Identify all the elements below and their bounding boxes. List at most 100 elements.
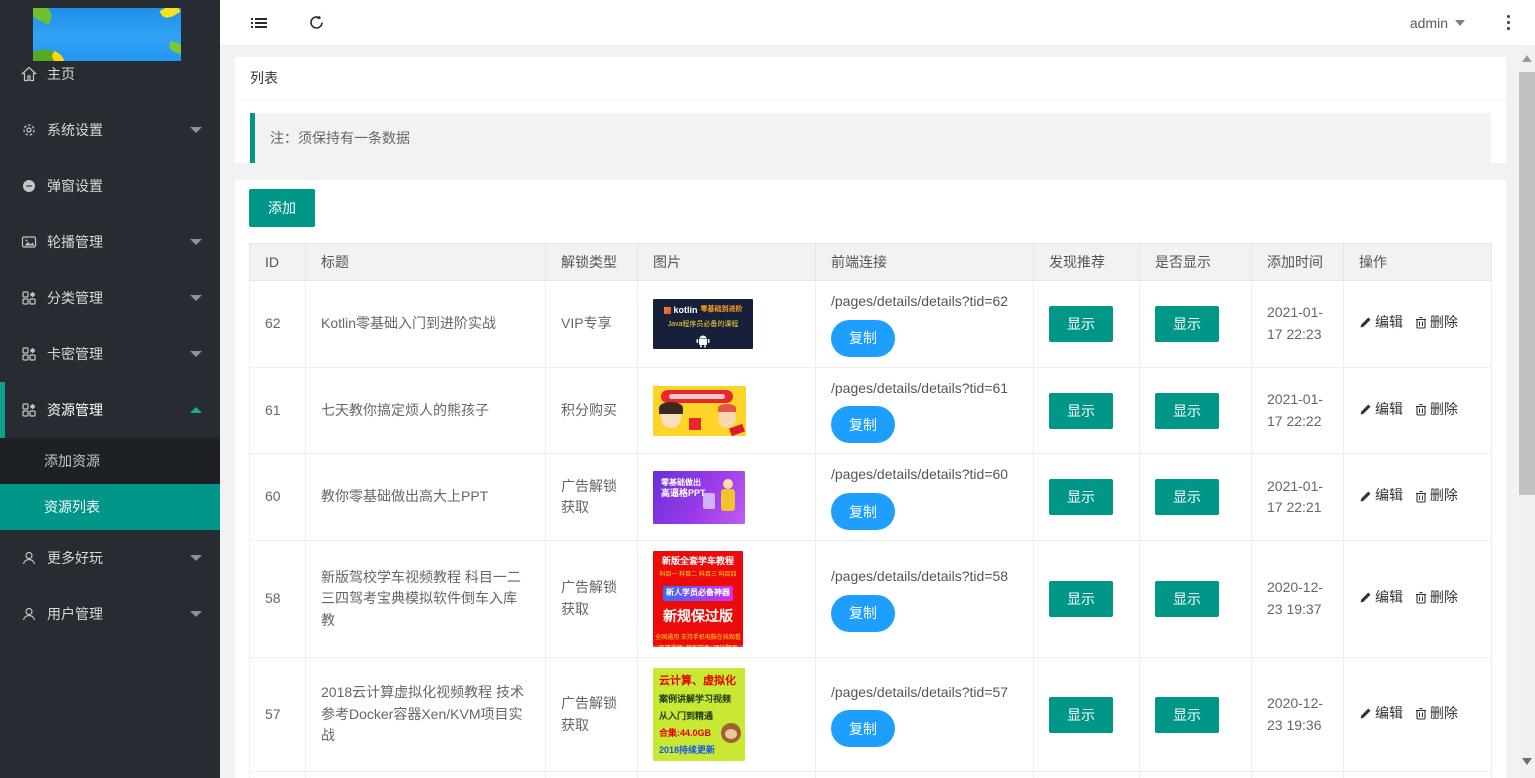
cell-title: 新版驾校学车视频教程 科目一二三四驾考宝典模拟软件倒车入库教 (306, 541, 546, 658)
kotlin-logo-icon (664, 307, 671, 314)
sidebar-item-popup-settings[interactable]: 弹窗设置 (0, 158, 220, 214)
sidebar: 主页 系统设置 弹窗设置 轮播管理 (0, 0, 220, 778)
table-header-row: ID 标题 解锁类型 图片 前端连接 发现推荐 是否显示 添加时间 操作 (250, 244, 1492, 281)
edit-label: 编辑 (1375, 399, 1403, 421)
refresh-button[interactable] (307, 14, 325, 32)
popup-circle-icon (20, 178, 37, 195)
chevron-down-icon (190, 239, 202, 245)
username: admin (1410, 15, 1448, 31)
sidebar-subitem-label: 资源列表 (44, 497, 100, 517)
thumb-text: 新版全套学车教程 (653, 555, 743, 569)
girl-character-decoration (661, 406, 681, 428)
scroll-up-arrow-icon[interactable] (1522, 55, 1532, 62)
copy-button[interactable]: 复制 (831, 493, 895, 530)
thumb-text: 全国通用 支持手机电脑在线观看 (653, 634, 743, 643)
content-area: 列表 注：须保持有一条数据 添加 (220, 46, 1535, 778)
recommend-toggle-button[interactable]: 显示 (1049, 581, 1113, 617)
sidebar-subitem-resource-list[interactable]: 资源列表 (0, 484, 220, 530)
table-row: 61 七天教你搞定烦人的熊孩子 积分购买 (250, 367, 1492, 454)
visible-toggle-button[interactable]: 显示 (1155, 306, 1219, 342)
recommend-toggle-button[interactable]: 显示 (1049, 393, 1113, 429)
edit-label: 编辑 (1375, 485, 1403, 507)
delete-link[interactable]: 删除 (1415, 399, 1458, 421)
sidebar-toggle-button[interactable] (250, 14, 268, 32)
copy-button[interactable]: 复制 (831, 406, 895, 443)
sidebar-item-home[interactable]: 主页 (0, 46, 220, 102)
cell-title: 七天教你搞定烦人的熊孩子 (306, 367, 546, 454)
visible-toggle-button[interactable]: 显示 (1155, 393, 1219, 429)
chevron-down-icon (190, 295, 202, 301)
cell-link: /pages/details/details?tid=62 复制 (816, 281, 1034, 368)
more-options-button[interactable] (1507, 15, 1510, 30)
vertical-scrollbar (1519, 46, 1535, 778)
edit-link[interactable]: 编辑 (1359, 485, 1403, 507)
person-decoration (703, 493, 715, 509)
edit-link[interactable]: 编辑 (1359, 399, 1403, 421)
frontend-url: /pages/details/details?tid=61 (831, 378, 1018, 400)
edit-link[interactable]: 编辑 (1359, 312, 1403, 334)
cell-visible: 显示 (1140, 541, 1252, 658)
recommend-toggle-button[interactable]: 显示 (1049, 306, 1113, 342)
pencil-icon (1359, 403, 1372, 416)
gear-icon (20, 122, 37, 139)
delete-link[interactable]: 删除 (1415, 485, 1458, 507)
delete-link[interactable]: 删除 (1415, 703, 1458, 725)
visible-toggle-button[interactable]: 显示 (1155, 697, 1219, 733)
cell-recommend: 显示 (1034, 658, 1140, 772)
cell-unlock-type: VIP专享 (546, 281, 638, 368)
cell-actions: 编辑 删除 (1344, 281, 1492, 368)
copy-button[interactable]: 复制 (831, 320, 895, 357)
sidebar-subitem-add-resource[interactable]: 添加资源 (0, 438, 220, 484)
chevron-down-icon (190, 351, 202, 357)
cell-link: /pages/details/details?tid=61 复制 (816, 367, 1034, 454)
user-menu[interactable]: admin (1410, 15, 1465, 31)
picture-icon (20, 234, 37, 251)
leaf-decoration (33, 8, 55, 25)
scroll-down-arrow-icon[interactable] (1522, 758, 1532, 765)
cell-recommend: 显示 (1034, 367, 1140, 454)
cell-unlock-type: 广告解锁获取 (546, 541, 638, 658)
sidebar-item-card-keys[interactable]: 卡密管理 (0, 326, 220, 382)
column-header-frontend-link: 前端连接 (816, 244, 1034, 281)
copy-button[interactable]: 复制 (831, 595, 895, 632)
edit-label: 编辑 (1375, 312, 1403, 334)
sidebar-item-label: 主页 (47, 64, 75, 84)
cell-image: 新版全套学车教程 科目一 科目二 科目三 科目四 新人学员必备神器 新规保过版 … (638, 541, 816, 658)
sidebar-item-system-settings[interactable]: 系统设置 (0, 102, 220, 158)
add-button[interactable]: 添加 (249, 189, 315, 227)
home-icon (20, 66, 37, 83)
trash-icon (1415, 591, 1427, 604)
note-box: 注：须保持有一条数据 (250, 113, 1491, 163)
edit-label: 编辑 (1375, 703, 1403, 725)
cell-recommend (1034, 772, 1140, 778)
sidebar-item-carousel[interactable]: 轮播管理 (0, 214, 220, 270)
edit-link[interactable]: 编辑 (1359, 703, 1403, 725)
sidebar-item-resources[interactable]: 资源管理 (0, 382, 220, 438)
visible-toggle-button[interactable]: 显示 (1155, 581, 1219, 617)
delete-link[interactable]: 删除 (1415, 312, 1458, 334)
delete-link[interactable]: 删除 (1415, 587, 1458, 609)
scrollbar-thumb[interactable] (1519, 72, 1535, 495)
visible-toggle-button[interactable]: 显示 (1155, 479, 1219, 515)
recommend-toggle-button[interactable]: 显示 (1049, 479, 1113, 515)
added-time: 2021-01-17 22:21 (1267, 476, 1333, 519)
sidebar-item-user-management[interactable]: 用户管理 (0, 586, 220, 642)
cell-actions: 编辑 删除 (1344, 541, 1492, 658)
sidebar-item-category[interactable]: 分类管理 (0, 270, 220, 326)
sidebar-item-more-fun[interactable]: 更多好玩 (0, 530, 220, 586)
column-header-discover-recommend: 发现推荐 (1034, 244, 1140, 281)
cell-title (306, 772, 546, 778)
pencil-icon (1359, 591, 1372, 604)
sidebar-item-label: 资源管理 (47, 400, 103, 420)
edit-link[interactable]: 编辑 (1359, 587, 1403, 609)
cell-visible: 显示 (1140, 367, 1252, 454)
sidebar-item-label: 分类管理 (47, 288, 103, 308)
cell-image (638, 367, 816, 454)
note-text: 注：须保持有一条数据 (270, 128, 410, 148)
pencil-icon (1359, 490, 1372, 503)
cell-time: 2020-12-23 19:37 (1252, 541, 1344, 658)
recommend-toggle-button[interactable]: 显示 (1049, 697, 1113, 733)
component-icon (20, 346, 37, 363)
copy-button[interactable]: 复制 (831, 710, 895, 747)
thumb-text: 案例讲解学习视频 (659, 693, 745, 707)
